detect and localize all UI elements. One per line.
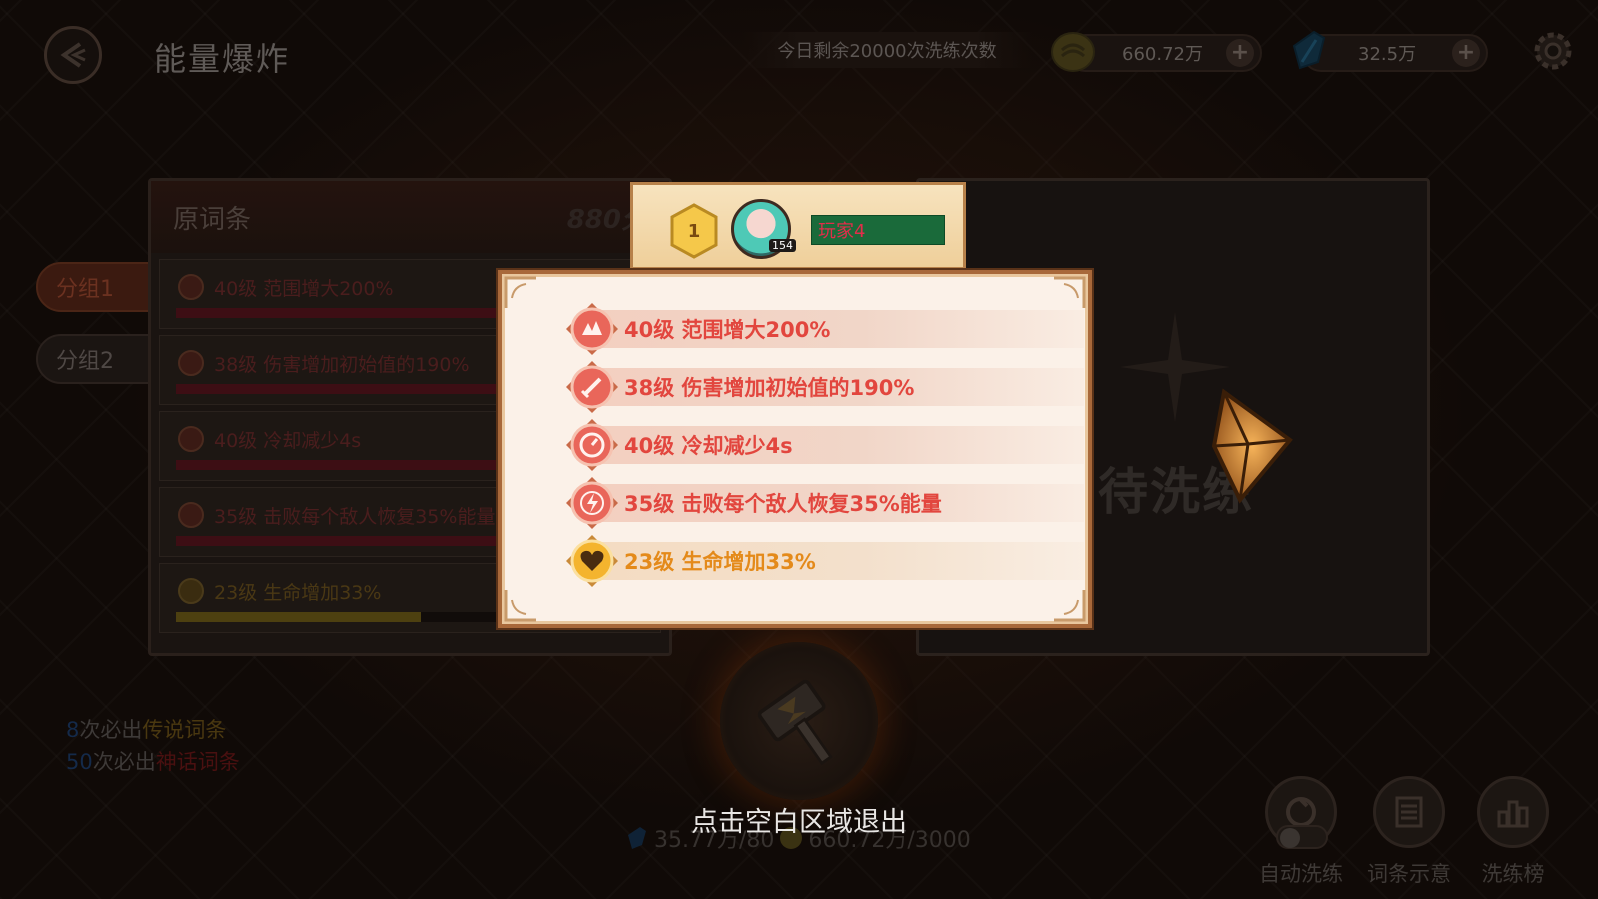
affix-detail-popup: 40级 范围增大200% 38级 伤害增加初始值的190% 40级 冷却减少4s <box>498 270 1092 628</box>
affix-row: 35级 击败每个敌人恢复35%能量 <box>564 477 1084 529</box>
sword-icon <box>178 350 204 376</box>
affix-list-button[interactable]: 词条示意 <box>1362 776 1456 888</box>
gem-value: 32.5万 <box>1358 44 1417 65</box>
legendary-guarantee: 8次必出传说词条 <box>66 718 227 742</box>
original-affix-text: 38级 伤害增加初始值的190% <box>214 354 470 376</box>
crystal-icon <box>1211 388 1293 504</box>
original-affix-header: 原词条 880分 <box>151 181 669 253</box>
corner-ornament-icon <box>504 590 536 622</box>
range-icon <box>178 274 204 300</box>
affix-text: 40级 范围增大200% <box>624 318 831 342</box>
corner-ornament-icon <box>1054 276 1086 308</box>
heart-icon <box>566 535 618 587</box>
corner-ornament-icon <box>1054 590 1086 622</box>
hammer-icon <box>757 679 833 766</box>
tab-group-1[interactable]: 分组1 <box>36 262 166 312</box>
clock-icon <box>178 426 204 452</box>
affix-text: 40级 冷却减少4s <box>624 434 793 458</box>
original-affix-text: 40级 范围增大200% <box>214 278 394 300</box>
original-affix-title: 原词条 <box>173 204 252 235</box>
affix-list-label: 词条示意 <box>1367 862 1451 886</box>
affix-row: 40级 范围增大200% <box>564 303 1084 355</box>
original-affix-text: 40级 冷却减少4s <box>214 430 362 452</box>
clock-icon <box>566 419 618 471</box>
leaderboard-button[interactable]: 洗练榜 <box>1466 776 1560 888</box>
affix-row: 40级 冷却减少4s <box>564 419 1084 471</box>
affix-text: 23级 生命增加33% <box>624 550 816 574</box>
auto-refine-toggle[interactable] <box>1276 825 1328 849</box>
coin-balance: 660.72万 + <box>1051 32 1262 72</box>
tab-group-2[interactable]: 分组2 <box>36 334 166 384</box>
sword-icon <box>566 361 618 413</box>
coin-icon <box>1051 32 1095 72</box>
remaining-count-text: 今日剩余20000次洗练次数 <box>742 32 1032 68</box>
auto-refine-label: 自动洗练 <box>1259 862 1343 886</box>
settings-gear-icon[interactable] <box>1530 28 1576 74</box>
player-card: 1 154 玩家4 <box>630 182 966 270</box>
back-button[interactable] <box>44 26 102 84</box>
avatar-level: 154 <box>769 239 796 252</box>
exit-hint: 点击空白区域退出 <box>691 807 907 838</box>
heart-icon <box>178 578 204 604</box>
add-coin-button[interactable]: + <box>1226 39 1254 67</box>
coin-value: 660.72万 <box>1122 44 1203 65</box>
page-title: 能量爆炸 <box>154 40 291 78</box>
affix-text: 38级 伤害增加初始值的190% <box>624 376 915 400</box>
range-icon <box>566 303 618 355</box>
player-name: 玩家4 <box>811 215 945 245</box>
leaderboard-icon <box>1477 776 1549 848</box>
mythic-guarantee: 50次必出神话词条 <box>66 750 240 774</box>
gem-balance: 32.5万 + <box>1292 30 1488 72</box>
back-arrow-icon <box>60 42 86 68</box>
affix-list-icon <box>1373 776 1445 848</box>
energy-icon <box>566 477 618 529</box>
refine-hammer-button[interactable] <box>720 642 878 800</box>
add-gem-button[interactable]: + <box>1452 39 1480 67</box>
leaderboard-label: 洗练榜 <box>1481 862 1545 886</box>
original-affix-text: 23级 生命增加33% <box>214 582 382 604</box>
energy-icon <box>178 502 204 528</box>
affix-row: 23级 生命增加33% <box>564 535 1084 587</box>
affix-text: 35级 击败每个敌人恢复35%能量 <box>624 492 942 516</box>
original-affix-text: 35级 击败每个敌人恢复35%能量 <box>214 506 496 528</box>
affix-row: 38级 伤害增加初始值的190% <box>564 361 1084 413</box>
corner-ornament-icon <box>504 276 536 308</box>
rank-number: 1 <box>687 220 701 242</box>
gem-icon <box>1292 30 1326 70</box>
